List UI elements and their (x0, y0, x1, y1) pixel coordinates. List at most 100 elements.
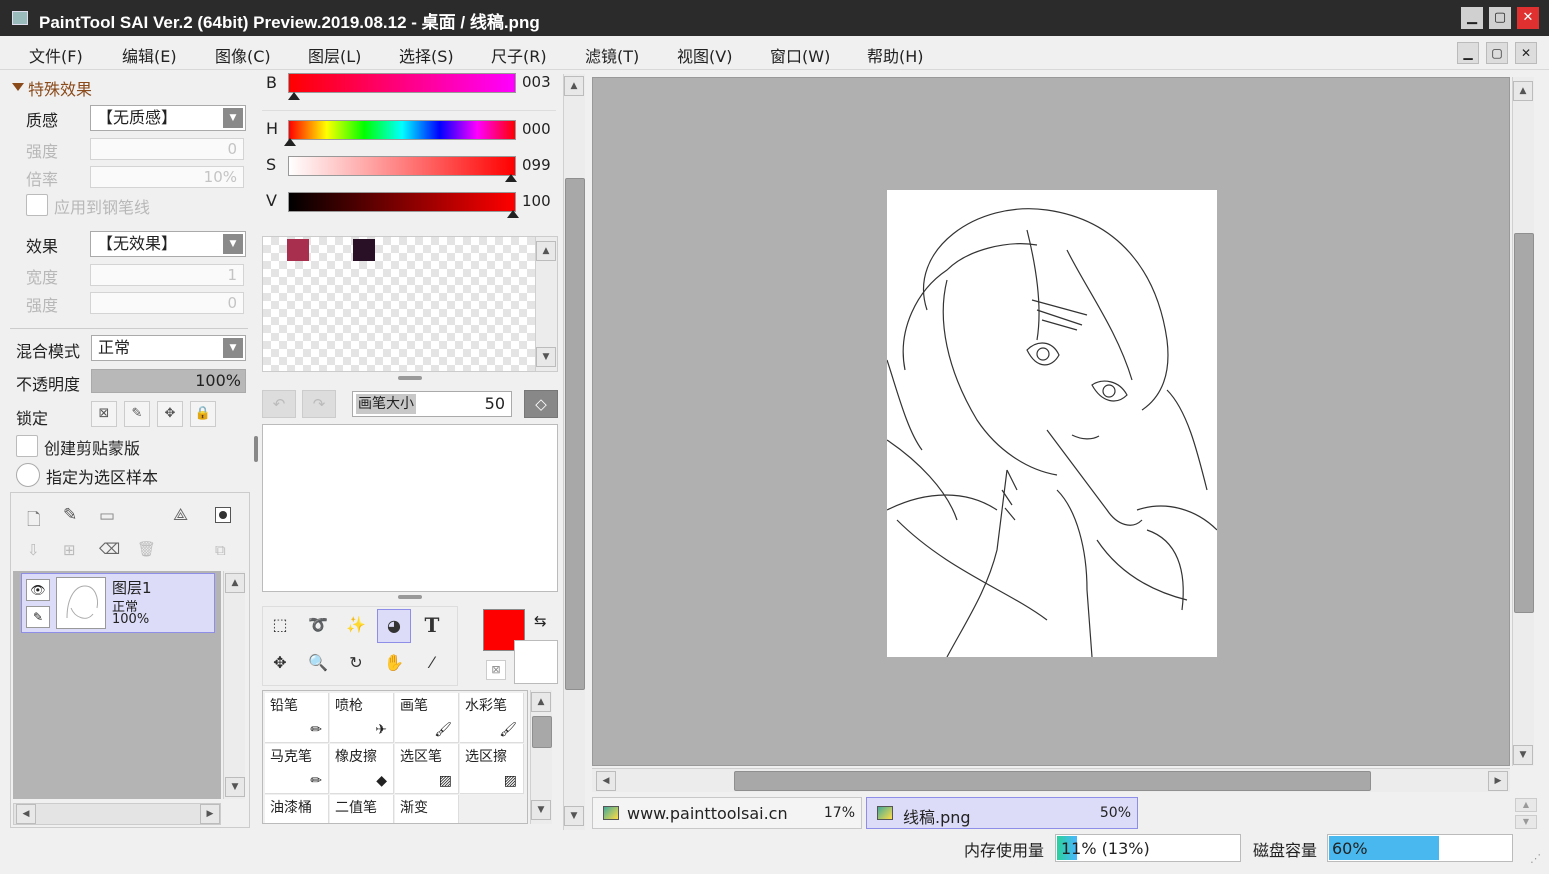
scroll-up-icon[interactable]: ▲ (225, 573, 245, 593)
eye-icon[interactable]: 👁 (26, 579, 50, 601)
tab-scroll-up-icon[interactable]: ▲ (1515, 798, 1537, 812)
collapse-triangle-icon[interactable] (12, 83, 24, 91)
scroll-down-icon[interactable]: ▼ (1513, 745, 1533, 765)
eraser-toggle-icon[interactable]: ◇ (524, 390, 558, 418)
scroll-right-icon[interactable]: ▶ (1488, 771, 1508, 791)
new-folder-icon[interactable]: ▭ (99, 506, 115, 526)
menu-file[interactable]: 文件(F) (29, 43, 83, 67)
maximize-button[interactable]: ▢ (1489, 7, 1511, 29)
canvas-vscrollbar[interactable]: ▲ ▼ (1512, 77, 1534, 766)
clip-mask-checkbox[interactable] (16, 435, 38, 457)
scroll-up-icon[interactable]: ▲ (531, 692, 551, 712)
apply-pen-checkbox[interactable] (26, 194, 48, 216)
merge-down-icon[interactable]: ⊞ (63, 541, 76, 559)
v-slider[interactable] (288, 192, 516, 212)
canvas-viewport[interactable] (592, 77, 1510, 766)
canvas-hscrollbar[interactable]: ◀ ▶ (592, 768, 1510, 792)
scroll-left-icon[interactable]: ◀ (16, 804, 36, 824)
doc-minimize-button[interactable]: ▁ (1457, 42, 1479, 64)
brush-airbrush[interactable]: 喷枪 ✈ (330, 693, 394, 743)
swatch-scrollbar[interactable]: ▲ ▼ (535, 237, 557, 371)
brush-bucket[interactable]: 油漆桶 (265, 795, 329, 823)
brush-selerase[interactable]: 选区擦 ▨ (460, 744, 524, 794)
tab-painttoolsai[interactable]: www.painttoolsai.cn 17% (592, 797, 862, 829)
eyedropper-icon[interactable]: ⁄ (415, 647, 449, 681)
transparent-color-icon[interactable]: ⊠ (486, 660, 506, 680)
rect-select-icon[interactable]: ⬚ (263, 609, 297, 643)
lock-move-icon[interactable]: ✥ (157, 401, 183, 427)
move-icon[interactable]: ✥ (263, 647, 297, 681)
swap-colors-icon[interactable]: ⇆ (534, 612, 547, 630)
menu-ruler[interactable]: 尺子(R) (491, 43, 547, 67)
strength-slider[interactable]: 0 (90, 138, 244, 160)
menu-image[interactable]: 图像(C) (215, 43, 271, 67)
resize-grip-icon[interactable]: ⋰ (1530, 852, 1541, 865)
width-slider[interactable]: 1 (90, 264, 244, 286)
panel-splitter[interactable] (254, 436, 258, 462)
middle-scrollbar[interactable]: ▲ ▼ (563, 74, 585, 830)
b-slider[interactable] (288, 73, 516, 93)
b-marker-icon[interactable] (288, 92, 300, 100)
tab-scroll-down-icon[interactable]: ▼ (1515, 815, 1537, 829)
sel-sample-radio[interactable] (16, 463, 40, 487)
brush-pencil[interactable]: 铅笔 ✏ (265, 693, 329, 743)
brush-size-field[interactable]: 画笔大小 50 (352, 391, 512, 417)
layer-effect-icon[interactable]: ⟁ (173, 505, 188, 525)
lock-paint-icon[interactable]: ✎ (124, 401, 150, 427)
swatch-2[interactable] (353, 239, 375, 261)
brush-watercolor[interactable]: 水彩笔 🖌 (460, 693, 524, 743)
pen-icon[interactable]: ✎ (26, 606, 50, 628)
brush-scrollbar[interactable]: ▲ ▼ (530, 690, 552, 824)
transfer-down-icon[interactable]: ⇩ (27, 541, 40, 559)
menu-window[interactable]: 窗口(W) (770, 43, 830, 67)
scroll-up-icon[interactable]: ▲ (564, 76, 584, 96)
splitter-handle[interactable] (398, 376, 422, 380)
texture-combo[interactable]: 【无质感】 ▼ (90, 105, 246, 131)
lock-transparency-icon[interactable]: ⊠ (91, 401, 117, 427)
scroll-down-icon[interactable]: ▼ (225, 777, 245, 797)
strength2-slider[interactable]: 0 (90, 292, 244, 314)
redo-icon[interactable]: ↷ (302, 390, 336, 418)
secondary-color[interactable] (514, 640, 558, 684)
scroll-up-icon[interactable]: ▲ (1513, 81, 1533, 101)
undo-icon[interactable]: ↶ (262, 390, 296, 418)
close-button[interactable]: ✕ (1517, 7, 1539, 29)
duplicate-icon[interactable]: ⧉ (215, 541, 226, 559)
effect-combo[interactable]: 【无效果】 ▼ (90, 231, 246, 257)
lock-all-icon[interactable]: 🔒 (190, 401, 216, 427)
scroll-thumb[interactable] (734, 771, 1371, 791)
opacity-slider[interactable]: 100% (91, 369, 246, 393)
layer-mask-icon[interactable] (215, 507, 231, 523)
menu-edit[interactable]: 编辑(E) (122, 43, 177, 67)
text-tool-icon[interactable]: T (415, 609, 449, 643)
layer-hscrollbar[interactable]: ◀ ▶ (13, 803, 221, 825)
menu-select[interactable]: 选择(S) (399, 43, 454, 67)
brush-binary[interactable]: 二值笔 (330, 795, 394, 823)
scroll-thumb[interactable] (532, 716, 552, 748)
h-slider[interactable] (288, 120, 516, 140)
zoom-icon[interactable]: 🔍 (301, 647, 335, 681)
scale-slider[interactable]: 10% (90, 166, 244, 188)
brush-eraser[interactable]: 橡皮擦 ◆ (330, 744, 394, 794)
rotate-icon[interactable]: ↻ (339, 647, 373, 681)
swatch-1[interactable] (287, 239, 309, 261)
scroll-down-icon[interactable]: ▼ (536, 347, 556, 367)
effects-header[interactable]: 特殊效果 (28, 76, 92, 100)
blend-mode-combo[interactable]: 正常 ▼ (91, 335, 246, 361)
v-marker-icon[interactable] (507, 210, 519, 218)
brush-brush[interactable]: 画笔 🖌 (395, 693, 459, 743)
brush-marker[interactable]: 马克笔 ✏ (265, 744, 329, 794)
s-marker-icon[interactable] (505, 174, 517, 182)
scroll-down-icon[interactable]: ▼ (564, 806, 584, 826)
minimize-button[interactable]: ▁ (1461, 7, 1483, 29)
trash-icon[interactable]: 🗑 (137, 540, 156, 558)
clear-layer-icon[interactable]: ⌫ (99, 540, 120, 558)
scroll-right-icon[interactable]: ▶ (200, 804, 220, 824)
doc-close-button[interactable]: ✕ (1515, 42, 1537, 64)
magic-wand-icon[interactable]: ✨ (339, 609, 373, 643)
h-marker-icon[interactable] (284, 138, 296, 146)
scroll-left-icon[interactable]: ◀ (596, 771, 616, 791)
fill-shape-icon[interactable]: ◕ (377, 609, 411, 643)
tab-lineart[interactable]: 线稿.png 50% (866, 797, 1138, 829)
brush-selpen[interactable]: 选区笔 ▨ (395, 744, 459, 794)
